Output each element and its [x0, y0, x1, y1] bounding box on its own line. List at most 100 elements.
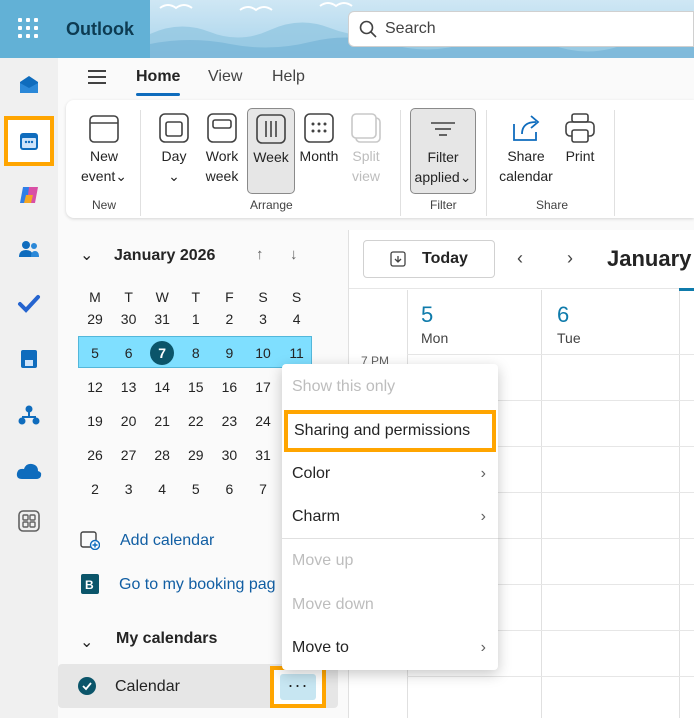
- more-apps-button[interactable]: [8, 500, 50, 542]
- mini-calendar-day[interactable]: 6: [212, 474, 246, 504]
- day-view-button[interactable]: Day ⌄: [154, 108, 194, 186]
- svg-text:B: B: [85, 578, 94, 592]
- week-view-button[interactable]: Week: [247, 108, 295, 194]
- menu-item-color[interactable]: Color ›: [282, 453, 498, 495]
- mini-calendar-day[interactable]: 3: [112, 474, 146, 504]
- mail-app-button[interactable]: [8, 64, 50, 106]
- mini-calendar-day[interactable]: 13: [112, 372, 146, 402]
- work-week-label-1: Work: [205, 148, 239, 164]
- mini-calendar-day[interactable]: 27: [112, 440, 146, 470]
- mini-calendar-day[interactable]: 24: [246, 406, 280, 436]
- mini-calendar-day[interactable]: 5: [179, 474, 213, 504]
- next-month-arrow-icon[interactable]: ↓: [290, 246, 298, 263]
- ribbon-separator: [400, 110, 401, 216]
- day-number[interactable]: 5: [421, 302, 433, 328]
- mini-calendar-day[interactable]: 2: [212, 304, 246, 334]
- previous-month-arrow-icon[interactable]: ↑: [256, 246, 264, 263]
- mini-calendar-day[interactable]: 9: [212, 338, 246, 368]
- group-label-filter: Filter: [430, 198, 457, 212]
- today-label: Today: [422, 250, 468, 267]
- chevron-down-icon: ⌄: [115, 168, 127, 184]
- mini-calendar-day[interactable]: 2: [78, 474, 112, 504]
- day-number[interactable]: 6: [557, 302, 569, 328]
- current-day-marker: [679, 288, 694, 291]
- calendar-name: Calendar: [115, 678, 180, 695]
- people-app-button[interactable]: [8, 228, 50, 270]
- month-view-label: Month: [299, 148, 339, 164]
- menu-item-show-this-only[interactable]: Show this only: [282, 366, 498, 408]
- app-title: Outlook: [66, 19, 134, 39]
- next-week-chevron-icon[interactable]: ›: [567, 248, 573, 269]
- menu-item-move-to[interactable]: Move to ›: [282, 627, 498, 669]
- header-divider: [349, 288, 694, 289]
- mini-calendar-day[interactable]: 3: [246, 304, 280, 334]
- onedrive-app-button[interactable]: [8, 450, 50, 492]
- app-launcher-icon[interactable]: [18, 18, 38, 38]
- share-calendar-button[interactable]: Share calendar: [496, 108, 556, 186]
- mini-calendar-day[interactable]: 23: [212, 406, 246, 436]
- mini-calendar-day[interactable]: 4: [145, 474, 179, 504]
- mini-calendar-day[interactable]: 12: [78, 372, 112, 402]
- menu-item-charm[interactable]: Charm ›: [282, 496, 498, 538]
- mini-calendar-day[interactable]: 31: [145, 304, 179, 334]
- mini-calendar-day[interactable]: 7: [145, 338, 179, 368]
- split-view-button[interactable]: Split view: [346, 108, 386, 186]
- tab-help[interactable]: Help: [272, 68, 305, 86]
- mini-calendar-day[interactable]: 17: [246, 372, 280, 402]
- calendar-app-button[interactable]: [4, 116, 54, 166]
- menu-item-sharing-and-permissions[interactable]: Sharing and permissions: [284, 410, 496, 452]
- day-view-icon: [159, 113, 189, 143]
- org-app-button[interactable]: [8, 394, 50, 436]
- new-event-button[interactable]: New event⌄: [76, 108, 132, 186]
- mini-calendar-day[interactable]: 4: [280, 304, 314, 334]
- todo-app-button[interactable]: [8, 282, 50, 324]
- mini-calendar-day[interactable]: 22: [179, 406, 213, 436]
- mini-calendar-day[interactable]: 16: [212, 372, 246, 402]
- calendar-more-options-button[interactable]: ···: [270, 666, 326, 708]
- mini-calendar-day[interactable]: 21: [145, 406, 179, 436]
- mini-calendar-day[interactable]: 7: [246, 474, 280, 504]
- mini-calendar-day[interactable]: 10: [246, 338, 280, 368]
- files-app-button[interactable]: [8, 338, 50, 380]
- day-view-label: Day: [161, 148, 187, 164]
- previous-week-chevron-icon[interactable]: ‹: [517, 248, 523, 269]
- mini-calendar-day[interactable]: 26: [78, 440, 112, 470]
- today-button[interactable]: Today: [363, 240, 495, 278]
- mini-calendar-week-row: 5 6 7 8 9 10 11: [78, 338, 314, 368]
- mini-calendar-day[interactable]: 15: [179, 372, 213, 402]
- mini-calendar-day[interactable]: 30: [212, 440, 246, 470]
- new-event-label-1: New: [89, 148, 118, 164]
- hamburger-menu-icon[interactable]: [88, 70, 106, 84]
- mini-calendar-day[interactable]: 29: [78, 304, 112, 334]
- mini-calendar-day[interactable]: 8: [179, 338, 213, 368]
- my-calendars-chevron-icon[interactable]: ⌄: [80, 632, 93, 652]
- mini-calendar-day[interactable]: 1: [179, 304, 213, 334]
- my-calendars-heading: My calendars: [116, 630, 218, 647]
- print-label: Print: [565, 148, 595, 164]
- filter-button[interactable]: Filter applied⌄: [410, 108, 476, 194]
- mini-calendar-day[interactable]: 28: [145, 440, 179, 470]
- mini-calendar-day[interactable]: 20: [112, 406, 146, 436]
- group-label-new: New: [92, 198, 117, 212]
- add-calendar-link[interactable]: Add calendar: [120, 532, 214, 550]
- search-box[interactable]: Search: [348, 11, 694, 47]
- menu-item-move-up[interactable]: Move up: [282, 540, 498, 582]
- copilot-app-button[interactable]: [8, 174, 50, 216]
- collapse-chevron-icon[interactable]: ⌄: [80, 245, 93, 265]
- tab-view[interactable]: View: [208, 68, 242, 86]
- mini-calendar-day[interactable]: 29: [179, 440, 213, 470]
- month-view-button[interactable]: Month: [296, 108, 342, 166]
- print-button[interactable]: Print: [560, 108, 600, 166]
- mini-calendar-day[interactable]: 5: [78, 338, 112, 368]
- mini-calendar-day[interactable]: 6: [112, 338, 146, 368]
- mini-calendar-day[interactable]: 30: [112, 304, 146, 334]
- mini-calendar-day[interactable]: 14: [145, 372, 179, 402]
- mini-calendar-day[interactable]: 19: [78, 406, 112, 436]
- booking-page-link[interactable]: Go to my booking pag: [119, 576, 276, 594]
- tab-home[interactable]: Home: [136, 68, 181, 96]
- app-rail: [0, 58, 58, 718]
- mini-calendar-day[interactable]: 31: [246, 440, 280, 470]
- work-week-button[interactable]: Work week: [200, 108, 244, 186]
- filter-label-2: applied: [414, 169, 460, 185]
- menu-item-move-down[interactable]: Move down: [282, 584, 498, 626]
